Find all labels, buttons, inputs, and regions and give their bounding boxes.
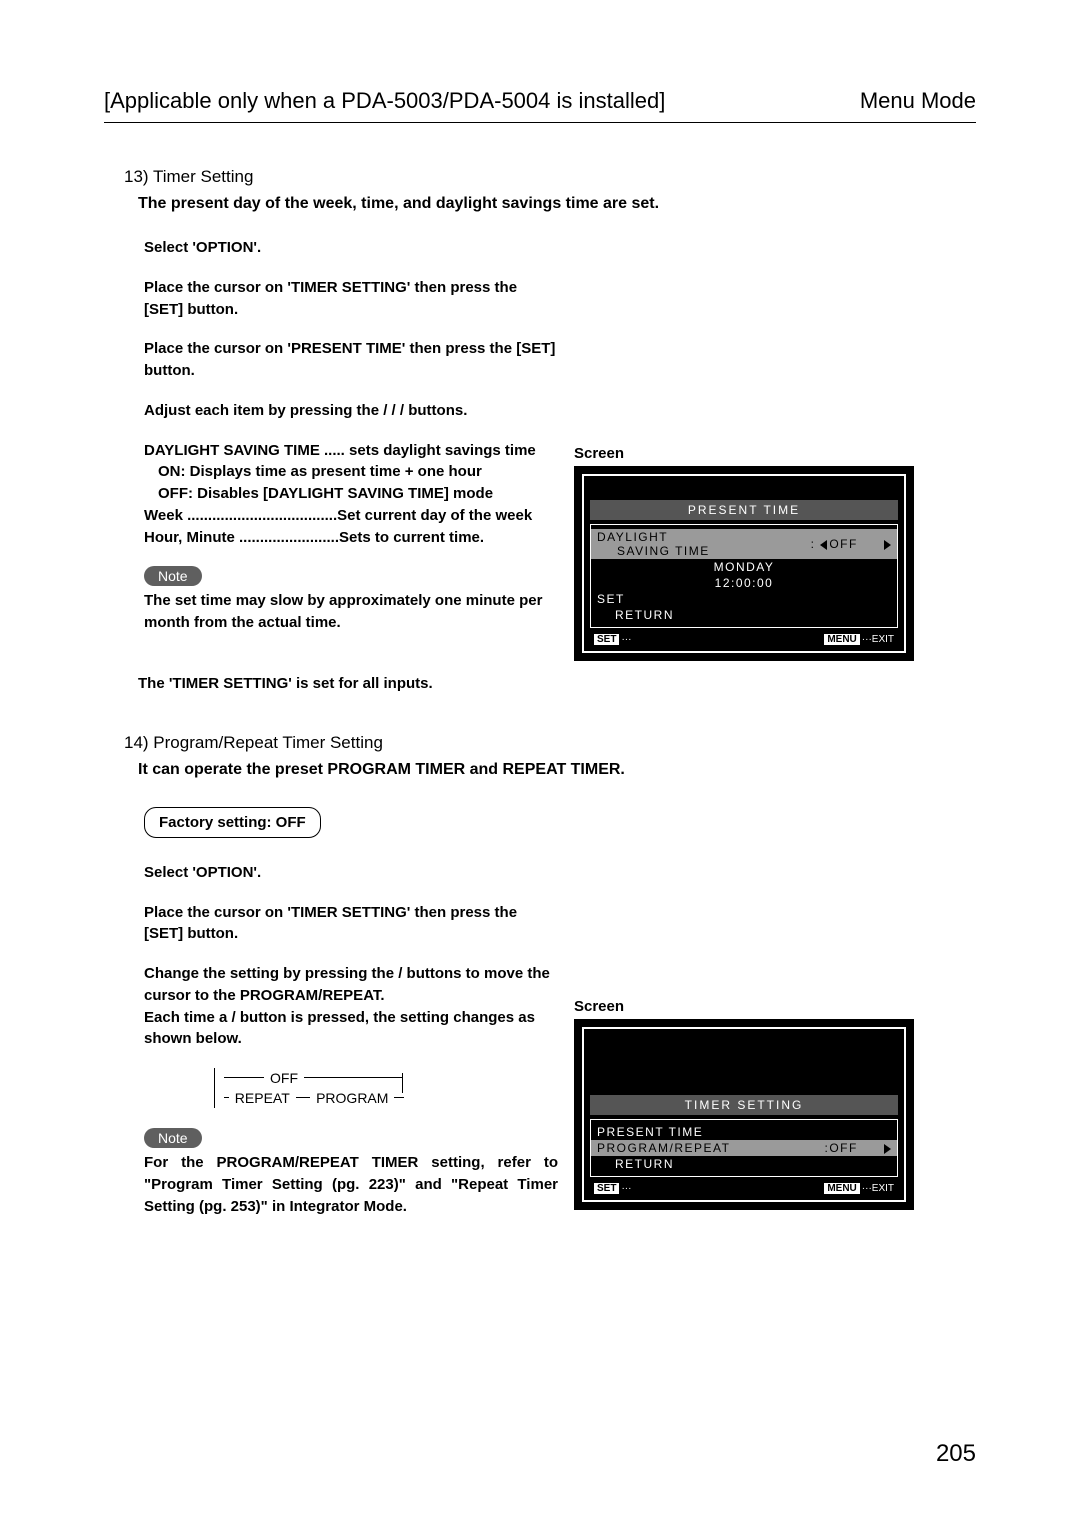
section-13-desc: The present day of the week, time, and d… <box>138 195 976 213</box>
osd1-day: MONDAY <box>597 559 891 575</box>
s13-hm: Hour, Minute ........................Set… <box>144 527 558 549</box>
page-header: [Applicable only when a PDA-5003/PDA-500… <box>104 88 976 123</box>
diagram-off: OFF <box>264 1070 304 1086</box>
s14-p4: Each time a / button is pressed, the set… <box>144 1007 558 1051</box>
s13-p1: Select 'OPTION'. <box>144 237 558 259</box>
arrow-right-icon[interactable] <box>884 1144 891 1154</box>
screen-label-2: Screen <box>574 998 919 1015</box>
s13-tail: The 'TIMER SETTING' is set for all input… <box>138 673 976 695</box>
osd2-footer-set-dots: ··· <box>621 1183 631 1194</box>
state-diagram: OFF REPEAT PROGRAM <box>204 1068 558 1108</box>
s14-p3: Change the setting by pressing the / but… <box>144 963 558 1007</box>
diagram-repeat: REPEAT <box>229 1090 296 1106</box>
osd2-progrep-row[interactable]: PROGRAM/REPEAT :OFF <box>591 1140 897 1156</box>
osd1-daylight-l1: DAYLIGHT <box>597 530 668 544</box>
factory-setting: Factory setting: OFF <box>144 807 321 838</box>
s13-dst: DAYLIGHT SAVING TIME ..... sets daylight… <box>144 440 558 462</box>
section-14-title: 14) Program/Repeat Timer Setting <box>124 733 976 753</box>
s13-week: Week ...................................… <box>144 505 558 527</box>
header-right: Menu Mode <box>860 88 976 114</box>
osd2-present[interactable]: PRESENT TIME <box>597 1124 891 1140</box>
osd1-daylight-row[interactable]: DAYLIGHT SAVING TIME : OFF <box>591 529 897 559</box>
osd1-footer-menu-tag: MENU <box>824 634 859 645</box>
osd1-return[interactable]: RETURN <box>597 607 891 623</box>
diagram-program: PROGRAM <box>310 1090 394 1106</box>
s13-p3: Place the cursor on 'PRESENT TIME' then … <box>144 338 558 382</box>
arrow-right-icon[interactable] <box>884 540 891 550</box>
osd1-footer-set-dots: ··· <box>621 634 631 645</box>
osd1-daylight-val: OFF <box>829 537 858 551</box>
osd1-footer-set-tag: SET <box>594 634 619 645</box>
s13-p2: Place the cursor on 'TIMER SETTING' then… <box>144 277 558 321</box>
header-left: [Applicable only when a PDA-5003/PDA-500… <box>104 88 665 114</box>
osd2-title: TIMER SETTING <box>590 1095 898 1115</box>
section-14-desc: It can operate the preset PROGRAM TIMER … <box>138 761 976 779</box>
osd1-set[interactable]: SET <box>597 591 891 607</box>
osd2-progrep: PROGRAM/REPEAT <box>597 1141 730 1155</box>
osd2-footer-menu-tag: MENU <box>824 1183 859 1194</box>
section-13-title: 13) Timer Setting <box>124 167 976 187</box>
screen-label-1: Screen <box>574 445 919 462</box>
s14-p2: Place the cursor on 'TIMER SETTING' then… <box>144 902 558 946</box>
osd-present-time: PRESENT TIME DAYLIGHT SAVING TIME : OFF <box>574 466 914 661</box>
osd2-progrep-val: :OFF <box>825 1141 858 1155</box>
osd1-footer-menu-text: ···EXIT <box>862 634 894 645</box>
s13-dst-off: OFF: Disables [DAYLIGHT SAVING TIME] mod… <box>144 483 558 505</box>
osd1-time: 12:00:00 <box>597 575 891 591</box>
s13-p4: Adjust each item by pressing the / / / b… <box>144 400 558 422</box>
osd2-footer-menu-text: ···EXIT <box>862 1183 894 1194</box>
page-number: 205 <box>936 1440 976 1468</box>
s13-note: The set time may slow by approximately o… <box>144 590 558 634</box>
s13-dst-on: ON: Displays time as present time + one … <box>144 461 558 483</box>
s14-note: For the PROGRAM/REPEAT TIMER setting, re… <box>144 1152 558 1217</box>
osd1-title: PRESENT TIME <box>590 500 898 520</box>
osd1-daylight-l2: SAVING TIME <box>597 544 710 558</box>
osd-timer-setting: TIMER SETTING PRESENT TIME PROGRAM/REPEA… <box>574 1019 914 1210</box>
osd2-footer-set-tag: SET <box>594 1183 619 1194</box>
note-badge-2: Note <box>144 1128 202 1148</box>
note-badge: Note <box>144 566 202 586</box>
osd2-return[interactable]: RETURN <box>597 1156 891 1172</box>
arrow-left-icon[interactable] <box>820 540 827 550</box>
s14-p1: Select 'OPTION'. <box>144 862 558 884</box>
